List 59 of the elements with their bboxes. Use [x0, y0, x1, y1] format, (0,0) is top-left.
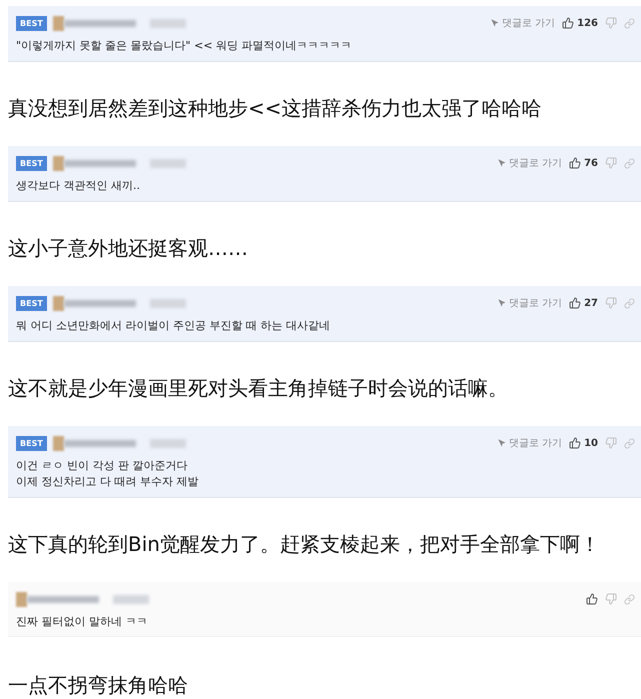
dislike-button[interactable] — [605, 157, 617, 169]
comment-text: 이건 ㄹㅇ 빈이 각성 판 깔아준거다 이제 정신차리고 다 때려 부수자 제발 — [16, 458, 200, 490]
blurred-date — [150, 18, 186, 28]
dislike-button[interactable] — [605, 593, 617, 605]
thumbs-up-icon — [586, 593, 598, 605]
avatar-placeholder — [52, 436, 64, 450]
thumbs-down-icon — [605, 437, 617, 449]
pointer-arrow-icon — [490, 19, 499, 27]
thumbs-down-icon — [605, 17, 617, 29]
like-button[interactable]: 10 — [569, 436, 598, 450]
pointer-arrow-icon — [498, 159, 506, 167]
blurred-date — [150, 298, 186, 308]
best-badge: BEST — [16, 156, 47, 170]
comment-text: 생각보다 객관적인 새끼.. — [16, 178, 141, 194]
link-button[interactable] — [624, 298, 635, 308]
avatar-placeholder — [16, 592, 27, 606]
comment-text: 뭐 어디 소년만화에서 라이벌이 주인공 부진할 때 하는 대사같네 — [16, 318, 331, 334]
thumbs-up-icon — [569, 297, 582, 309]
thumbs-down-icon — [605, 297, 617, 309]
comment-text: "이렇게까지 못할 줄은 몰랐습니다" << 워딩 파멸적이네ㅋㅋㅋㅋㅋ — [16, 38, 353, 54]
avatar-placeholder — [52, 296, 64, 310]
link-icon — [624, 594, 635, 604]
link-button[interactable] — [624, 158, 635, 168]
link-icon — [624, 158, 635, 168]
translation-text: 这下真的轮到Bin觉醒发力了。赶紧支棱起来，把对手全部拿下啊！ — [8, 531, 601, 558]
avatar-placeholder — [52, 156, 64, 170]
dislike-button[interactable] — [605, 17, 617, 29]
pointer-arrow-icon — [498, 439, 506, 447]
dislike-button[interactable] — [605, 297, 617, 309]
thumbs-down-icon — [605, 157, 617, 169]
translation-text: 一点不拐弯抹角哈哈 — [8, 672, 189, 699]
thumbs-down-icon — [605, 593, 617, 605]
translation-text: 这不就是少年漫画里死对头看主角掉链子时会说的话嘛。 — [8, 375, 509, 402]
comment-text: 진짜 필터없이 말하네 ㅋㅋ — [16, 614, 148, 630]
best-badge: BEST — [16, 296, 47, 310]
best-badge: BEST — [16, 16, 47, 30]
like-button[interactable]: 27 — [569, 296, 598, 310]
link-icon — [624, 18, 635, 28]
like-button[interactable] — [586, 593, 598, 605]
link-icon — [624, 438, 635, 448]
thumbs-up-icon — [569, 437, 582, 449]
blurred-date — [150, 158, 186, 168]
like-button[interactable]: 126 — [562, 16, 598, 30]
thumbs-up-icon — [562, 17, 574, 29]
like-button[interactable]: 76 — [569, 156, 598, 170]
translation-text: 真没想到居然差到这种地步<<这措辞杀伤力也太强了哈哈哈 — [8, 95, 543, 122]
avatar-placeholder — [52, 16, 64, 30]
link-button[interactable] — [624, 18, 635, 28]
dislike-button[interactable] — [605, 437, 617, 449]
thumbs-up-icon — [569, 157, 582, 169]
blurred-date — [150, 438, 186, 448]
blurred-username — [27, 596, 99, 602]
link-button[interactable] — [624, 438, 635, 448]
blurred-date — [113, 594, 149, 604]
link-button[interactable] — [624, 594, 635, 604]
best-badge: BEST — [16, 436, 47, 450]
link-icon — [624, 298, 635, 308]
pointer-arrow-icon — [498, 299, 506, 307]
translation-text: 这小子意外地还挺客观…… — [8, 235, 249, 262]
